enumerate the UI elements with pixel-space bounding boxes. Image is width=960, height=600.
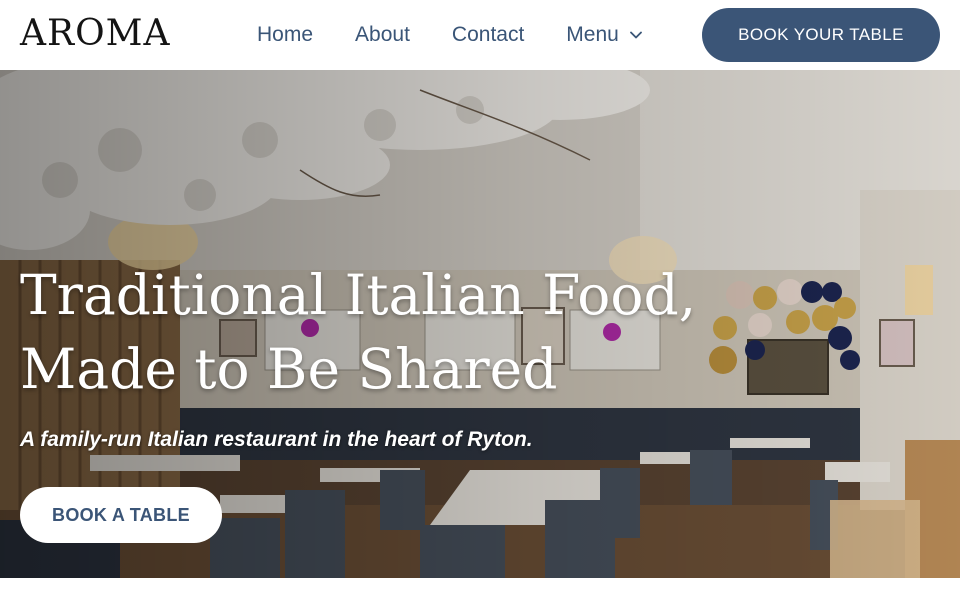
book-your-table-button[interactable]: BOOK YOUR TABLE bbox=[702, 8, 940, 62]
nav-menu-label: Menu bbox=[566, 23, 619, 46]
nav-contact-label: Contact bbox=[451, 23, 525, 46]
nav-about-label: About bbox=[355, 23, 410, 46]
hero-title-line-2: Made to Be Shared bbox=[20, 337, 558, 401]
nav-about-link[interactable]: About bbox=[355, 23, 410, 47]
site-logo[interactable]: AROMA bbox=[20, 14, 170, 54]
hero-section: Traditional Italian Food, Made to Be Sha… bbox=[0, 70, 960, 578]
nav-menu-dropdown[interactable]: Menu bbox=[566, 23, 643, 47]
nav-home-label: Home bbox=[257, 23, 314, 46]
chevron-down-icon bbox=[629, 31, 642, 39]
book-a-table-button[interactable]: BOOK A TABLE bbox=[20, 487, 222, 543]
page-bottom-strip bbox=[0, 578, 960, 600]
main-nav: Home About Contact Menu bbox=[257, 20, 643, 50]
hero-subtitle: A family-run Italian restaurant in the h… bbox=[20, 428, 533, 451]
nav-home-link[interactable]: Home bbox=[257, 23, 313, 47]
site-header: AROMA Home About Contact Menu BOOK YOUR … bbox=[0, 0, 960, 70]
nav-contact-link[interactable]: Contact bbox=[452, 23, 524, 47]
hero-title: Traditional Italian Food, Made to Be Sha… bbox=[20, 258, 720, 406]
hero-title-line-1: Traditional Italian Food, bbox=[20, 263, 697, 327]
